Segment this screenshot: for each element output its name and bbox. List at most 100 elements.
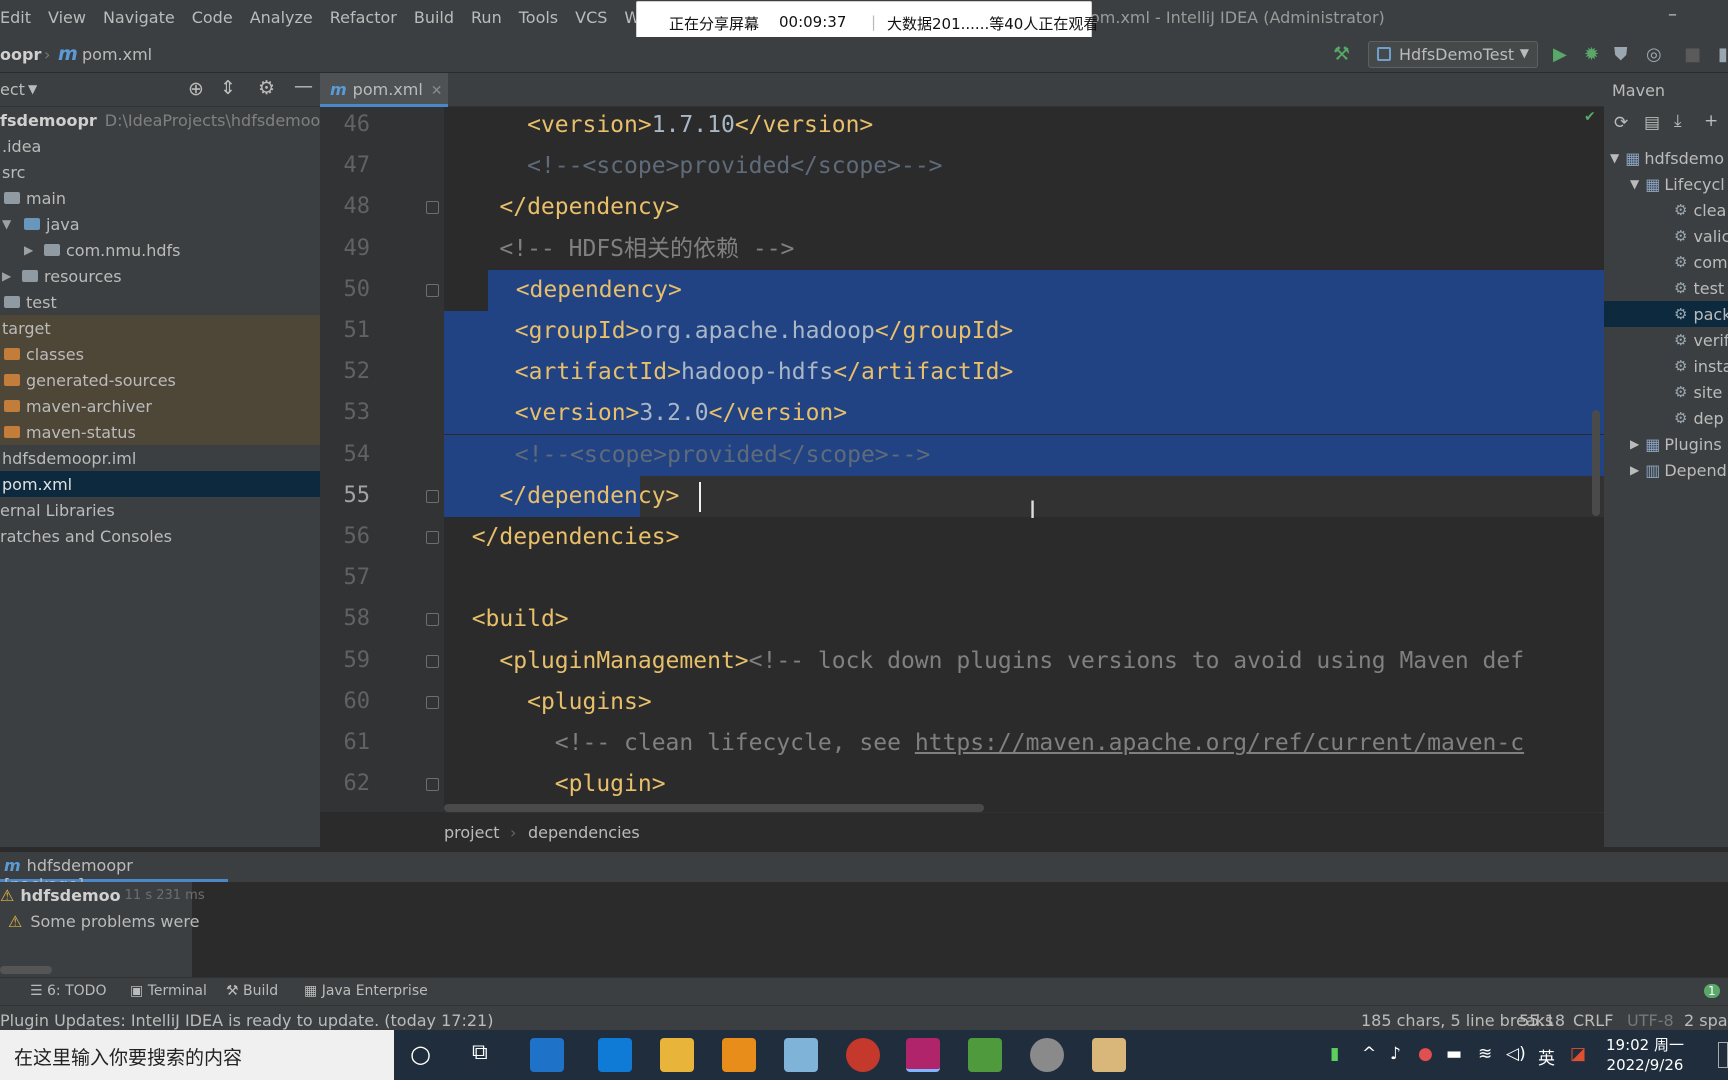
coverage-icon[interactable]: ⛊ [1614, 44, 1628, 65]
code-url-link[interactable]: https://maven.apache.org/ref/current/mav… [915, 730, 1524, 756]
menu-vcs[interactable]: VCS [575, 8, 607, 27]
qq-icon[interactable]: ● [1418, 1044, 1433, 1064]
tree-item-java[interactable]: ▼ java [0, 211, 320, 237]
tree-item-idea[interactable]: .idea [0, 133, 320, 159]
add-icon[interactable]: + [1704, 111, 1718, 131]
code-line[interactable]: <!--<scope>provided</scope>--> [444, 146, 1604, 187]
taskbar-clock[interactable]: 19:02 周一 2022/9/26 [1606, 1035, 1684, 1075]
intellij-idea-icon[interactable] [906, 1038, 940, 1072]
tree-item-maven-archiver[interactable]: maven-archiver [0, 393, 320, 419]
task-view-icon[interactable]: ⧉ [472, 1040, 488, 1065]
fold-marker-icon[interactable] [426, 654, 439, 668]
code-line[interactable]: <plugin> [444, 764, 1604, 805]
code-line[interactable]: <!--<scope>provided</scope>--> [444, 434, 1604, 476]
file-encoding[interactable]: UTF-8 [1627, 1011, 1674, 1030]
code-line[interactable] [444, 558, 1604, 599]
ime-indicator[interactable]: 英 [1538, 1044, 1555, 1069]
minimize-button[interactable]: – [1668, 4, 1677, 25]
tree-item-scratches[interactable]: ratches and Consoles [0, 523, 320, 549]
fold-marker-icon[interactable] [426, 778, 439, 792]
collapse-all-icon[interactable]: ⇕ [220, 77, 236, 99]
code-line[interactable]: <dependency> [488, 269, 1604, 311]
maven-item-plugins[interactable]: ▶ ▦ Plugins [1630, 431, 1722, 457]
run-tree-scrollbar[interactable] [0, 966, 52, 974]
code-line[interactable]: </dependencies> [444, 517, 1604, 558]
maven-goal-package[interactable]: ⚙ pack [1674, 301, 1728, 327]
notification-app-icon[interactable]: ◪ [1570, 1044, 1586, 1064]
image-viewer-icon[interactable] [968, 1038, 1002, 1072]
edge-browser-icon[interactable] [598, 1038, 632, 1072]
horizontal-scrollbar[interactable] [444, 804, 984, 812]
fold-marker-icon[interactable] [426, 489, 439, 503]
maven-goal-validate[interactable]: ⚙ valic [1674, 223, 1728, 249]
app-window-icon[interactable] [722, 1038, 756, 1072]
chevron-up-icon[interactable]: ^ [1362, 1044, 1376, 1064]
code-line[interactable]: <!-- HDFS相关的依赖 --> [444, 229, 1604, 270]
code-line[interactable]: <pluginManagement><!-- lock down plugins… [444, 641, 1604, 682]
maven-item-project[interactable]: ▼ ▦ hdfsdemo [1610, 145, 1724, 171]
menu-navigate[interactable]: Navigate [103, 8, 175, 27]
code-editor[interactable]: <version>1.7.10</version> <!--<scope>pro… [444, 107, 1604, 812]
run-tree-warning[interactable]: ⚠ Some problems were [8, 912, 199, 931]
notepad-icon[interactable] [784, 1038, 818, 1072]
maven-item-dependencies[interactable]: ▶ ▥ Depend [1630, 457, 1727, 483]
run-tree-root[interactable]: ⚠ hdfsdemoo 11 s 231 ms [0, 886, 205, 905]
debug-icon[interactable]: ✹ [1584, 44, 1599, 65]
menu-view[interactable]: View [48, 8, 86, 27]
tree-item-external-libraries[interactable]: ernal Libraries [0, 497, 320, 523]
fold-marker-icon[interactable] [426, 695, 439, 709]
fold-marker-icon[interactable] [426, 613, 439, 627]
line-separator[interactable]: CRLF [1573, 1011, 1613, 1030]
code-line[interactable]: </dependency> [444, 187, 1604, 228]
menu-edit[interactable]: Edit [0, 8, 31, 27]
event-log-badge[interactable]: 1 [1704, 984, 1720, 998]
microphone-icon[interactable]: ♪ [1390, 1044, 1401, 1064]
code-line[interactable]: <plugins> [444, 682, 1604, 723]
tree-item-iml[interactable]: hdfsdemoopr.iml [0, 445, 320, 471]
snail-app-icon[interactable] [846, 1038, 880, 1072]
tree-item-resources[interactable]: ▶ resources [0, 263, 320, 289]
code-line[interactable]: <version>1.7.10</version> [444, 107, 1604, 146]
taskbar-search-box[interactable]: 在这里输入你要搜索的内容 [0, 1030, 394, 1080]
vertical-scrollbar[interactable] [1592, 410, 1600, 516]
ie-browser-icon[interactable] [530, 1038, 564, 1072]
code-line[interactable]: <build> [444, 599, 1604, 640]
indent-setting[interactable]: 2 spac [1684, 1011, 1728, 1030]
tree-item-generated-sources[interactable]: generated-sources [0, 367, 320, 393]
menu-tools[interactable]: Tools [519, 8, 558, 27]
project-structure-icon[interactable]: ▮ [1718, 44, 1728, 65]
paint-app-icon[interactable] [1092, 1038, 1126, 1072]
tree-item-main[interactable]: main [0, 185, 320, 211]
run-icon[interactable]: ▶ [1553, 44, 1567, 65]
fold-marker-icon[interactable] [426, 531, 439, 544]
tab-run-package[interactable]: mhdfsdemoopr [package]✕ [0, 852, 228, 894]
close-icon[interactable]: ✕ [431, 83, 443, 99]
maven-goal-verify[interactable]: ⚙ verif [1674, 327, 1728, 353]
maven-goal-clean[interactable]: ⚙ clea [1674, 197, 1726, 223]
volume-icon[interactable]: ◁) [1506, 1044, 1526, 1064]
tree-item-pom[interactable]: pom.xml [0, 471, 320, 497]
run-config-select[interactable]: HdfsDemoTest ▼ [1368, 41, 1538, 68]
maven-item-lifecycle[interactable]: ▼ ▦ Lifecycl [1630, 171, 1725, 197]
fold-marker-icon[interactable] [426, 201, 439, 215]
reload-icon[interactable]: ⟳ [1614, 113, 1628, 133]
media-player-icon[interactable] [1030, 1038, 1064, 1072]
todo-tool-button[interactable]: ☰ 6: TODO [30, 983, 106, 999]
menu-run[interactable]: Run [471, 8, 502, 27]
tree-item-src[interactable]: src [0, 159, 320, 185]
profile-icon[interactable]: ◎ [1646, 44, 1662, 65]
battery-tray-icon[interactable]: ▮ [1330, 1044, 1339, 1064]
code-line[interactable]: <artifactId>hadoop-hdfs</artifactId> [444, 352, 1604, 394]
build-hammer-icon[interactable]: ⚒ [1333, 43, 1350, 65]
code-line[interactable]: <groupId>org.apache.hadoop</groupId> [444, 311, 1604, 352]
maven-goal-site[interactable]: ⚙ site [1674, 379, 1722, 405]
tree-item-package[interactable]: ▶ com.nmu.hdfs [0, 237, 320, 263]
maven-goal-install[interactable]: ⚙ insta [1674, 353, 1728, 379]
maven-goal-compile[interactable]: ⚙ com [1674, 249, 1728, 275]
tree-item-maven-status[interactable]: maven-status [0, 419, 320, 445]
tab-pom-xml[interactable]: m pom.xml ✕ [320, 73, 448, 107]
caret-position[interactable]: 55:18 [1519, 1011, 1565, 1030]
power-icon[interactable]: ▬ [1446, 1044, 1462, 1064]
breadcrumb-project[interactable]: oopr [0, 45, 41, 64]
project-view-select[interactable]: ect [0, 80, 25, 99]
